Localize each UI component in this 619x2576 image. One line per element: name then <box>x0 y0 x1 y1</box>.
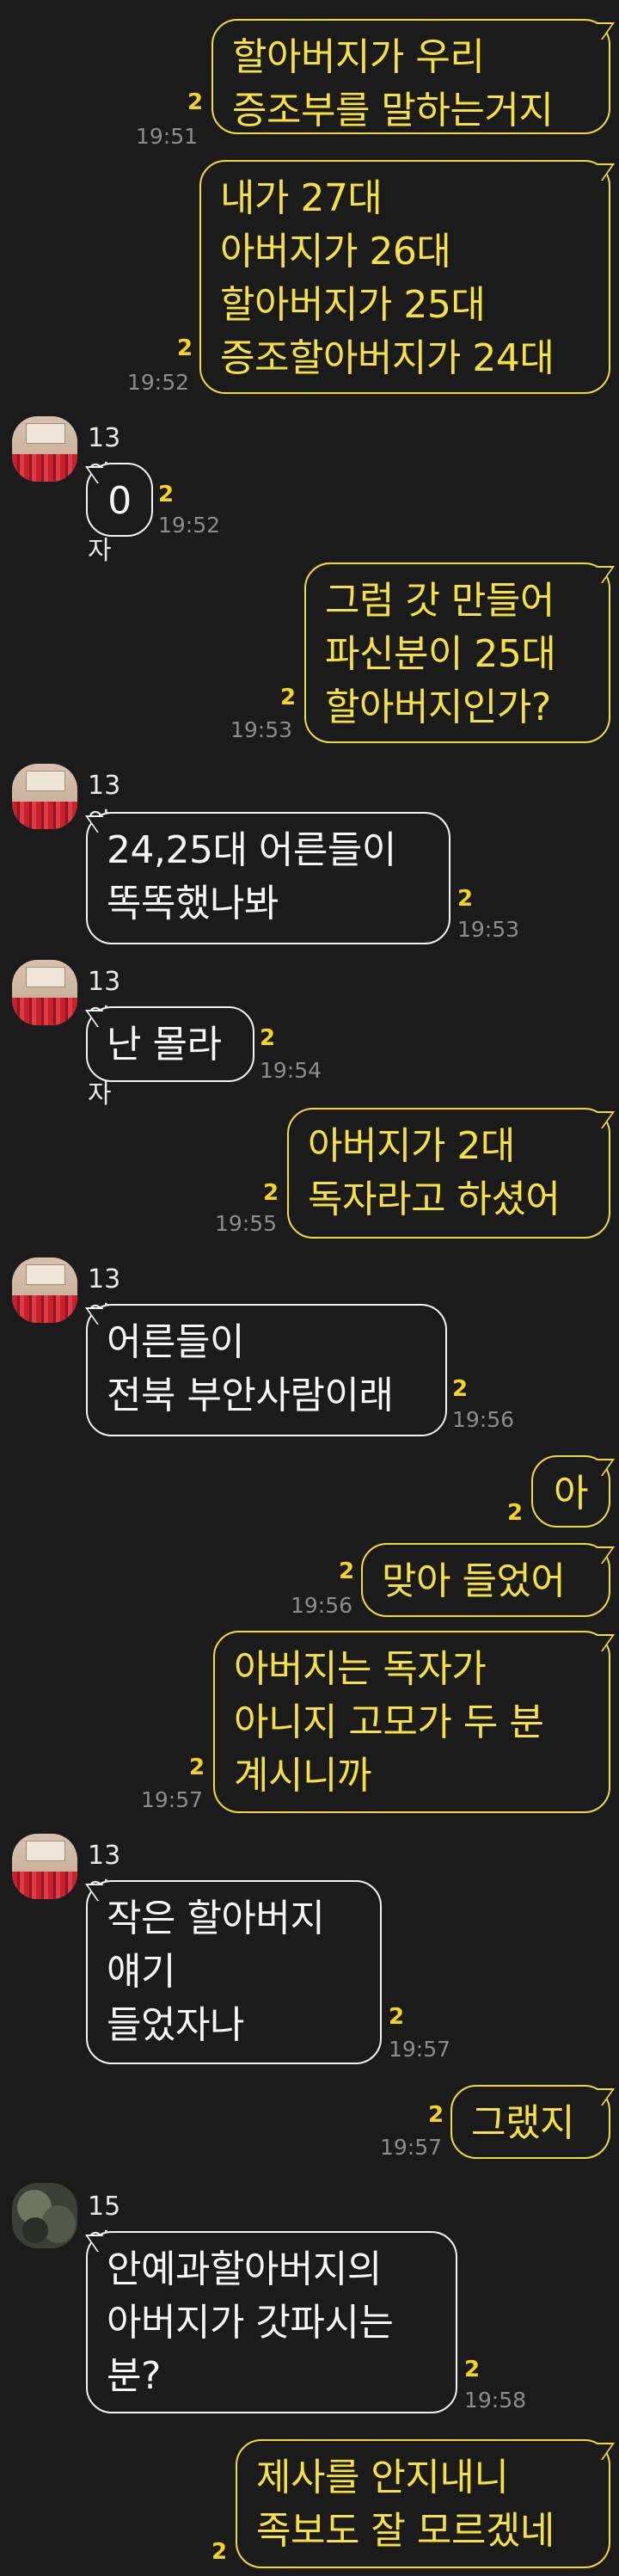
message-time: 19:51 <box>136 124 199 149</box>
sender-avatar[interactable] <box>12 764 77 829</box>
message-time: 19:52 <box>158 513 221 538</box>
unread-count: 2 <box>507 1500 524 1526</box>
sender-avatar[interactable] <box>12 960 77 1025</box>
unread-count: 2 <box>464 2357 481 2382</box>
unread-count: 2 <box>389 2004 405 2030</box>
message-time: 19:53 <box>457 917 520 942</box>
message-time: 19:55 <box>215 1211 278 1236</box>
message-bubble[interactable]: 작은 할아버지 얘기 들었자나 <box>86 1880 382 2064</box>
message-bubble[interactable]: 그럼 갓 만들어 파신분이 25대 할아버지인가? <box>304 563 610 743</box>
message-bubble[interactable]: 그랬지 <box>450 2085 610 2159</box>
message-time: 19:56 <box>291 1593 353 1618</box>
message-bubble[interactable]: 내가 27대 아버지가 26대 할아버지가 25대 증조할아버지가 24대 <box>199 160 610 394</box>
message-time: 19:56 <box>452 1407 515 1432</box>
unread-count: 2 <box>158 482 175 507</box>
message-time: 19:57 <box>389 2037 451 2062</box>
message-bubble[interactable]: 할아버지가 우리 증조부를 말하는거지 <box>211 19 610 134</box>
message-bubble[interactable]: 안예과할아버지의 아버지가 갓파시는 분? <box>86 2231 457 2413</box>
message-bubble[interactable]: 24,25대 어른들이 똑똑했나봐 <box>86 812 450 944</box>
message-bubble[interactable]: 아버지가 2대 독자라고 하셨어 <box>287 1108 610 1239</box>
unread-count: 2 <box>339 1559 355 1584</box>
unread-count: 2 <box>452 1376 469 1402</box>
chat-thread: 할아버지가 우리 증조부를 말하는거지 2 19:51 내가 27대 아버지가 … <box>0 0 619 2576</box>
message-bubble[interactable]: 맞아 들었어 <box>361 1543 610 1617</box>
unread-count: 2 <box>211 2539 228 2565</box>
unread-count: 2 <box>187 89 204 115</box>
unread-count: 2 <box>457 886 474 912</box>
unread-count: 2 <box>260 1025 276 1051</box>
message-time: 19:58 <box>464 2388 527 2413</box>
message-time: 19:57 <box>380 2135 443 2160</box>
sender-avatar[interactable] <box>12 2183 77 2248</box>
unread-count: 2 <box>428 2102 444 2128</box>
message-time: 19:54 <box>260 1058 322 1083</box>
message-bubble[interactable]: 난 몰라 <box>86 1006 254 1082</box>
message-time: 19:53 <box>230 717 293 742</box>
sender-avatar[interactable] <box>12 416 77 482</box>
message-bubble[interactable]: 아버지는 독자가 아니지 고모가 두 분 계시니까 <box>213 1631 610 1813</box>
unread-count: 2 <box>177 335 193 361</box>
message-bubble[interactable]: 제사를 안지내니 족보도 잘 모르겠네 <box>236 2439 610 2568</box>
unread-count: 2 <box>189 1755 205 1780</box>
message-time: 19:57 <box>141 1787 204 1812</box>
unread-count: 2 <box>280 685 297 710</box>
sender-avatar[interactable] <box>12 1257 77 1323</box>
sender-avatar[interactable] <box>12 1834 77 1899</box>
unread-count: 2 <box>263 1180 279 1206</box>
message-time: 19:52 <box>127 370 190 395</box>
message-bubble[interactable]: 어른들이 전북 부안사람이래 <box>86 1304 447 1436</box>
